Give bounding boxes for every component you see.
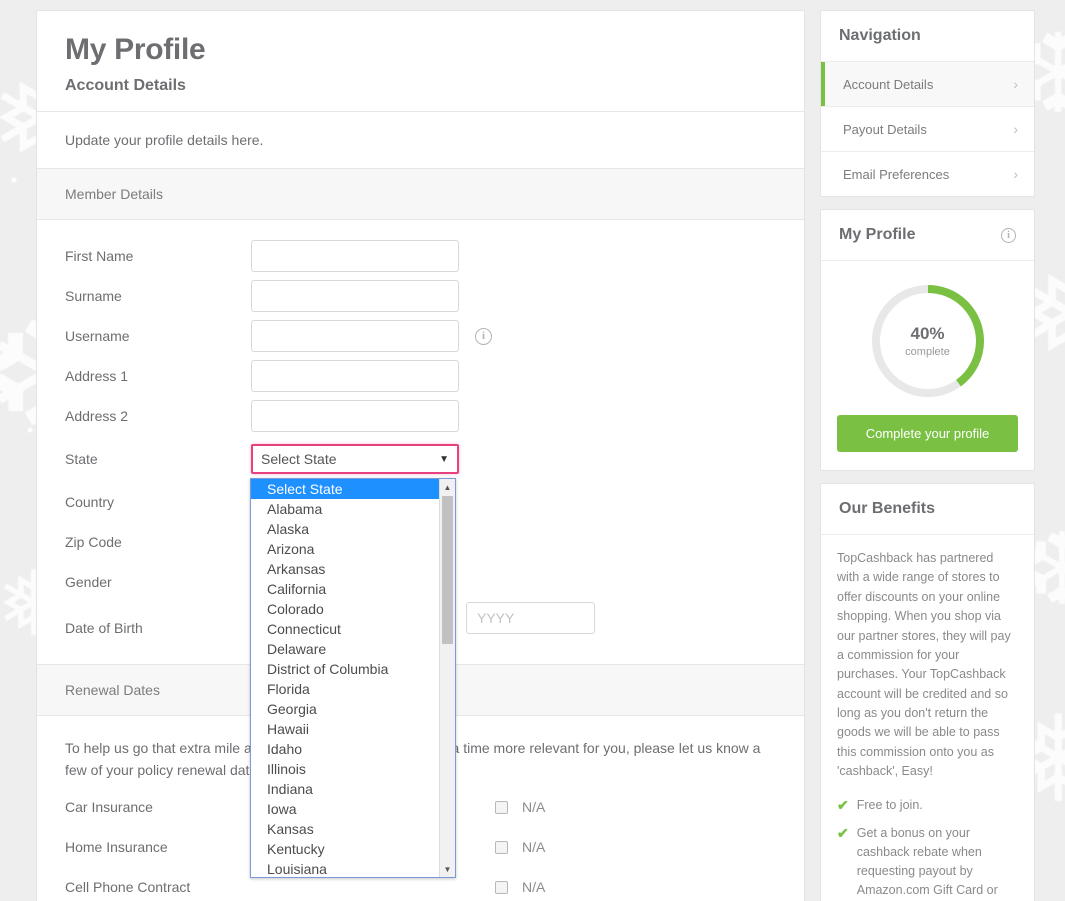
- state-option[interactable]: Florida: [251, 679, 441, 699]
- field-row-first-name: First Name: [65, 236, 776, 276]
- my-profile-card: My Profile i 40% complete Complete your …: [820, 209, 1035, 471]
- scrollbar-thumb[interactable]: [442, 496, 453, 644]
- first-name-label: First Name: [65, 248, 134, 264]
- home-insurance-na-checkbox[interactable]: [495, 840, 508, 854]
- scroll-up-icon[interactable]: ▲: [440, 479, 455, 495]
- field-row-state: State Select State ▼: [65, 436, 776, 482]
- state-option[interactable]: Arkansas: [251, 559, 441, 579]
- field-row-address-1: Address 1: [65, 356, 776, 396]
- field-row-surname: Surname: [65, 276, 776, 316]
- chevron-right-icon: ›: [1013, 76, 1018, 92]
- page-title: My Profile: [65, 33, 206, 66]
- sidebar-item-label: Email Preferences: [843, 166, 950, 182]
- our-benefits-body: TopCashback has partnered with a wide ra…: [821, 534, 1034, 901]
- our-benefits-card: Our Benefits TopCashback has partnered w…: [820, 483, 1035, 901]
- state-option[interactable]: Hawaii: [251, 719, 441, 739]
- zip-code-label: Zip Code: [65, 534, 122, 550]
- chevron-down-icon: ▼: [439, 453, 449, 465]
- check-icon: ✔: [837, 825, 849, 842]
- surname-label: Surname: [65, 288, 122, 304]
- state-option[interactable]: Iowa: [251, 799, 441, 819]
- page-subtitle: Account Details: [65, 77, 186, 94]
- state-select-value: Select State: [261, 451, 337, 467]
- state-option[interactable]: Kansas: [251, 819, 441, 839]
- country-label: Country: [65, 494, 115, 510]
- date-of-birth-year-input[interactable]: [466, 602, 595, 634]
- benefit-list-item: ✔ Free to join.: [837, 796, 1018, 815]
- state-option[interactable]: Colorado: [251, 599, 441, 619]
- state-option[interactable]: Louisiana: [251, 859, 441, 877]
- state-option[interactable]: Illinois: [251, 759, 441, 779]
- address-2-input[interactable]: [251, 400, 459, 432]
- sidebar-item-email-preferences[interactable]: Email Preferences ›: [821, 151, 1034, 196]
- state-option[interactable]: Delaware: [251, 639, 441, 659]
- my-profile-title: My Profile: [839, 226, 916, 243]
- sidebar-item-label: Account Details: [843, 76, 934, 92]
- scroll-down-icon[interactable]: ▼: [440, 861, 455, 877]
- username-input[interactable]: [251, 320, 459, 352]
- date-of-birth-label: Date of Birth: [65, 620, 143, 636]
- intro-text: Update your profile details here.: [65, 132, 264, 148]
- state-select[interactable]: Select State ▼: [251, 444, 459, 474]
- benefit-list-item: ✔ Get a bonus on your cashback rebate wh…: [837, 824, 1018, 901]
- progress-percent: 40%: [910, 324, 945, 343]
- state-option-list: Select State Alabama Alaska Arizona Arka…: [251, 479, 441, 877]
- my-profile-title-row: My Profile i: [821, 210, 1034, 260]
- address-1-input[interactable]: [251, 360, 459, 392]
- state-option[interactable]: Idaho: [251, 739, 441, 759]
- state-option[interactable]: Arizona: [251, 539, 441, 559]
- complete-your-profile-button[interactable]: Complete your profile: [837, 415, 1018, 452]
- address-2-label: Address 2: [65, 408, 129, 424]
- state-option[interactable]: Connecticut: [251, 619, 441, 639]
- state-select-wrapper: Select State ▼: [251, 444, 459, 474]
- username-label: Username: [65, 328, 130, 344]
- home-insurance-na-label: N/A: [522, 839, 546, 856]
- field-row-username: Username i: [65, 316, 776, 356]
- car-insurance-na-label: N/A: [522, 799, 546, 816]
- benefits-description: TopCashback has partnered with a wide ra…: [837, 551, 1011, 779]
- navigation-card: Navigation Account Details › Payout Deta…: [820, 10, 1035, 197]
- state-dropdown-list[interactable]: Select State Alabama Alaska Arizona Arka…: [250, 478, 456, 878]
- cell-phone-contract-na-label: N/A: [522, 879, 546, 896]
- chevron-right-icon: ›: [1013, 121, 1018, 137]
- state-label: State: [65, 451, 98, 467]
- benefit-label: Get a bonus on your cashback rebate when…: [856, 826, 998, 897]
- state-option[interactable]: Georgia: [251, 699, 441, 719]
- car-insurance-na-checkbox[interactable]: [495, 800, 508, 814]
- profile-progress-ring: 40% complete: [868, 281, 988, 401]
- check-icon: ✔: [837, 796, 849, 813]
- progress-label: complete: [905, 346, 950, 358]
- chevron-right-icon: ›: [1013, 166, 1018, 182]
- field-row-address-2: Address 2: [65, 396, 776, 436]
- sidebar-item-label: Payout Details: [843, 121, 927, 137]
- cell-phone-contract-label: Cell Phone Contract: [65, 879, 191, 896]
- state-option[interactable]: Alabama: [251, 499, 441, 519]
- state-option[interactable]: California: [251, 579, 441, 599]
- info-icon[interactable]: i: [1001, 227, 1016, 243]
- state-dropdown-scrollbar[interactable]: ▲ ▼: [439, 479, 455, 877]
- first-name-input[interactable]: [251, 240, 459, 272]
- sidebar-item-payout-details[interactable]: Payout Details ›: [821, 106, 1034, 151]
- state-option[interactable]: Select State: [251, 479, 441, 499]
- info-icon[interactable]: i: [475, 327, 492, 345]
- gender-label: Gender: [65, 574, 112, 590]
- state-option[interactable]: District of Columbia: [251, 659, 441, 679]
- sidebar-item-account-details[interactable]: Account Details ›: [821, 61, 1034, 106]
- state-option[interactable]: Alaska: [251, 519, 441, 539]
- surname-input[interactable]: [251, 280, 459, 312]
- state-option[interactable]: Indiana: [251, 779, 441, 799]
- state-option[interactable]: Kentucky: [251, 839, 441, 859]
- navigation-title: Navigation: [839, 27, 921, 44]
- panel-header: My Profile Account Details: [37, 11, 804, 111]
- cell-phone-contract-na-checkbox[interactable]: [495, 880, 508, 894]
- progress-text: 40% complete: [868, 324, 988, 358]
- address-1-label: Address 1: [65, 368, 129, 384]
- my-profile-body: 40% complete Complete your profile: [821, 260, 1034, 470]
- profile-progress-wrapper: 40% complete: [837, 275, 1018, 415]
- right-sidebar: Navigation Account Details › Payout Deta…: [820, 10, 1035, 901]
- our-benefits-title: Our Benefits: [839, 500, 936, 517]
- benefit-label: Free to join.: [856, 797, 923, 812]
- member-details-section-header: Member Details: [37, 168, 804, 220]
